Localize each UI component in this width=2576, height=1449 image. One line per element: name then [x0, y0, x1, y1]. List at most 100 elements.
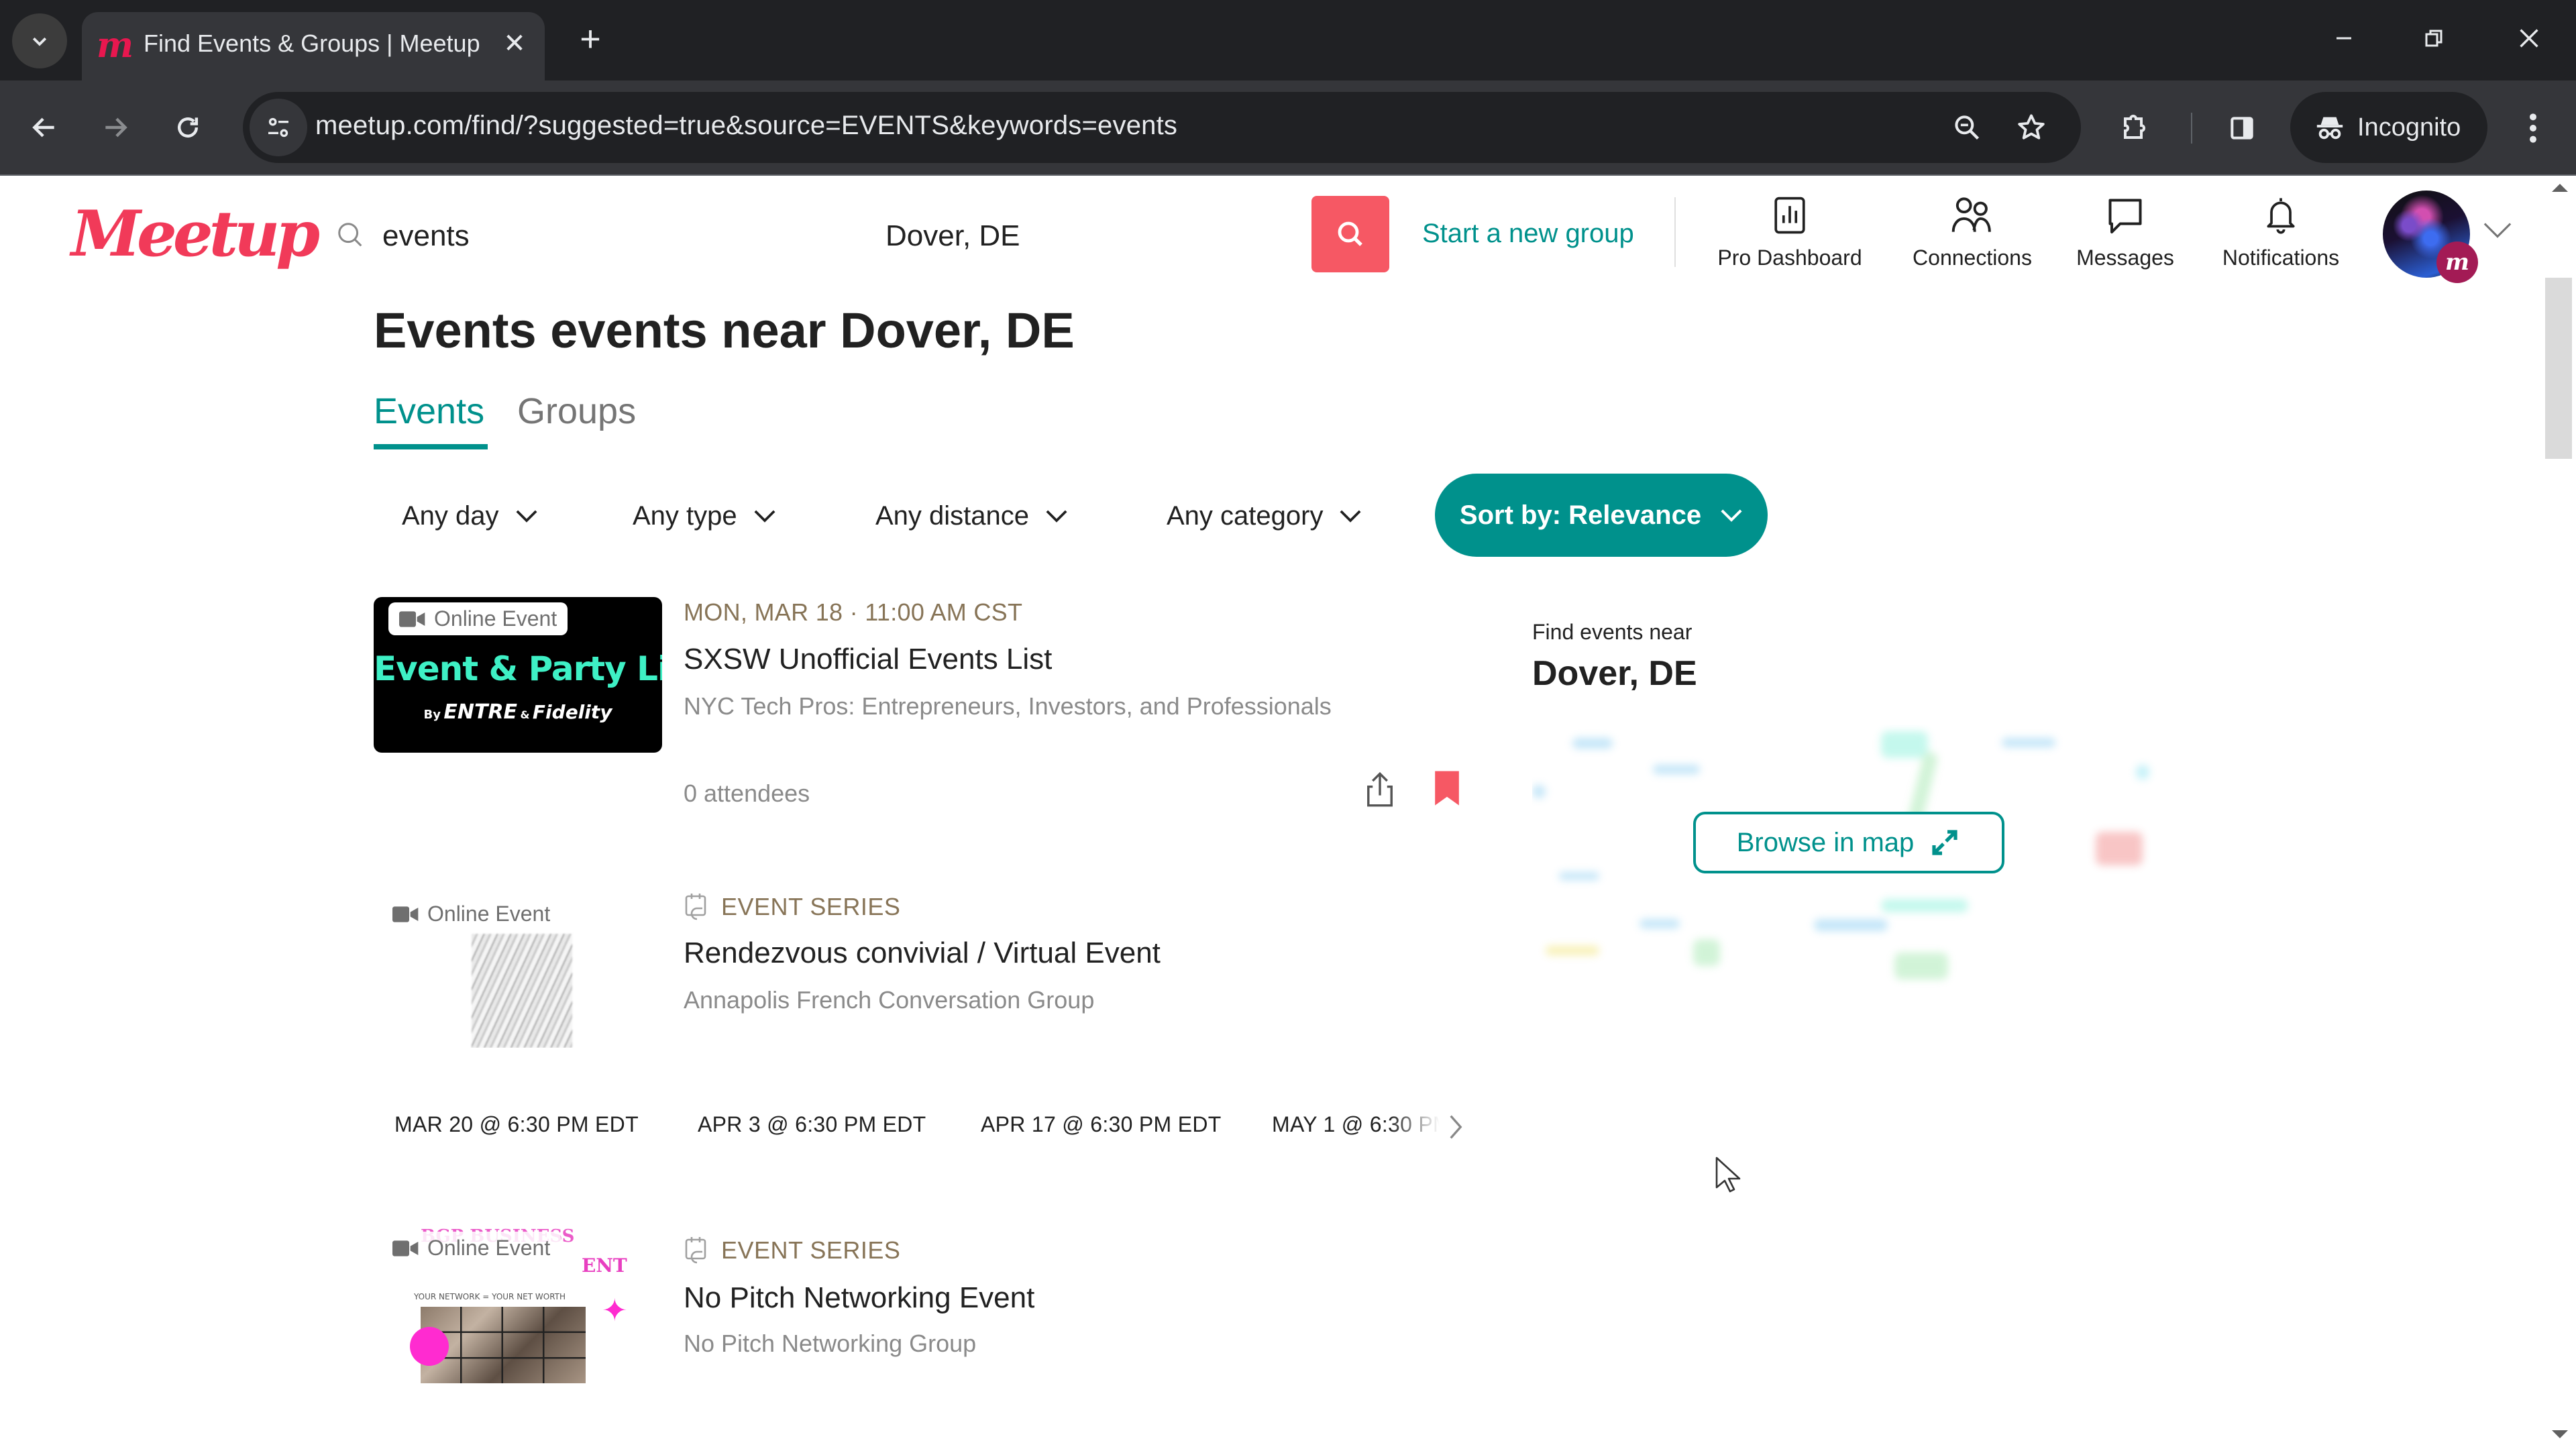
- meetup-logo[interactable]: Meetup: [71, 197, 320, 271]
- page-title: Events events near Dover, DE: [374, 303, 1075, 358]
- chevron-down-icon: [32, 37, 47, 46]
- reload-button[interactable]: [161, 101, 215, 154]
- video-camera-icon: [392, 1240, 419, 1256]
- incognito-icon: [2316, 117, 2343, 140]
- event-group-name: NYC Tech Pros: Entrepreneurs, Investors,…: [684, 692, 1332, 720]
- scroll-thumb[interactable]: [2545, 278, 2572, 459]
- site-info-button[interactable]: [250, 99, 307, 156]
- arrow-right-icon: [105, 117, 127, 138]
- keyword-search-input[interactable]: [382, 208, 852, 264]
- sidebar-city: Dover, DE: [1532, 654, 1697, 693]
- save-event-button[interactable]: [1427, 765, 1467, 812]
- dates-next-button[interactable]: [1442, 1107, 1469, 1147]
- browse-in-map-button[interactable]: Browse in map: [1693, 812, 2004, 873]
- thumb-brand-fidelity: Fidelity: [532, 701, 612, 723]
- map-label-blob: [1532, 785, 1546, 798]
- thumb-sparkle-icon: ✦: [602, 1293, 628, 1328]
- nav-pro-dashboard[interactable]: Pro Dashboard: [1709, 192, 1870, 279]
- start-new-group-link[interactable]: Start a new group: [1422, 219, 1634, 249]
- event-title[interactable]: No Pitch Networking Event: [684, 1281, 1034, 1315]
- close-window-button[interactable]: [2502, 15, 2556, 62]
- map-label-blob: [1881, 899, 1968, 912]
- series-text: EVENT SERIES: [721, 1236, 901, 1264]
- event-thumbnail[interactable]: BGP BUSINESS ENT YOUR NETWORK = YOUR NET…: [374, 1228, 662, 1383]
- new-tab-button[interactable]: +: [570, 20, 610, 60]
- nav-connections[interactable]: Connections: [1892, 192, 2053, 279]
- tab-close-icon[interactable]: ✕: [498, 27, 531, 60]
- browser-tab-active[interactable]: m Find Events & Groups | Meetup ✕: [82, 12, 545, 80]
- map-region-blob: [2096, 832, 2143, 865]
- filter-label: Any distance: [875, 500, 1030, 531]
- map-park-blob: [1894, 953, 1948, 979]
- series-dates-row: MAR 20 @ 6:30 PM EDT APR 3 @ 6:30 PM EDT…: [394, 1107, 1474, 1147]
- page-scrollbar[interactable]: [2542, 177, 2576, 1449]
- zoom-page-button[interactable]: [1947, 107, 1987, 148]
- forward-button[interactable]: [89, 101, 142, 154]
- profile-menu-chevron-icon[interactable]: [2482, 220, 2513, 247]
- event-series-label: EVENT SERIES: [684, 1236, 900, 1265]
- location-input[interactable]: [885, 208, 1288, 264]
- search-submit-button[interactable]: [1311, 196, 1389, 272]
- sort-dropdown-button[interactable]: Sort by: Relevance: [1435, 474, 1768, 557]
- event-thumbnail[interactable]: Online Event Event & Party List By ENTRE…: [374, 597, 662, 753]
- chat-icon: [2102, 192, 2149, 239]
- series-date-chip[interactable]: APR 17 @ 6:30 PM EDT: [981, 1112, 1222, 1137]
- nav-label: Messages: [2076, 246, 2174, 270]
- event-group-name: No Pitch Networking Group: [684, 1330, 977, 1357]
- map-park-blob: [1693, 939, 1720, 966]
- address-bar[interactable]: meetup.com/find/?suggested=true&source=E…: [243, 92, 2081, 163]
- event-card[interactable]: BGP BUSINESS ENT YOUR NETWORK = YOUR NET…: [374, 1228, 1474, 1449]
- active-tab-underline: [374, 444, 488, 449]
- chevron-down-icon: [1340, 510, 1361, 523]
- side-panel-button[interactable]: [2215, 101, 2269, 155]
- share-button[interactable]: [1360, 766, 1400, 813]
- mouse-cursor-icon: [1714, 1155, 1741, 1195]
- map-label-blob: [1572, 738, 1613, 749]
- browser-menu-button[interactable]: [2506, 101, 2560, 155]
- back-button[interactable]: [17, 101, 71, 154]
- nav-messages[interactable]: Messages: [2058, 192, 2192, 279]
- restore-window-button[interactable]: [2407, 15, 2461, 62]
- extensions-button[interactable]: [2106, 101, 2160, 155]
- thumb-headline: Event & Party List: [374, 649, 662, 688]
- scroll-up-arrow-icon[interactable]: [2552, 184, 2568, 192]
- filter-any-day[interactable]: Any day: [402, 492, 538, 539]
- zoom-magnifier-icon: [1955, 115, 1980, 140]
- nav-label: Pro Dashboard: [1717, 246, 1862, 270]
- event-series-label: EVENT SERIES: [684, 892, 900, 922]
- nav-label: Connections: [1913, 246, 2032, 270]
- nav-notifications[interactable]: Notifications: [2207, 192, 2355, 279]
- series-date-chip[interactable]: MAY 1 @ 6:30 PM EDT: [1272, 1112, 1440, 1137]
- event-title[interactable]: SXSW Unofficial Events List: [684, 643, 1052, 676]
- series-date-chip[interactable]: APR 3 @ 6:30 PM EDT: [698, 1112, 926, 1137]
- event-card[interactable]: Online Event EVENT SERIES Rendezvous con…: [374, 892, 1474, 1107]
- search-icon: [335, 220, 369, 254]
- filter-any-category[interactable]: Any category: [1167, 492, 1362, 539]
- chevron-down-icon: [516, 510, 537, 523]
- scroll-down-arrow-icon[interactable]: [2552, 1430, 2568, 1438]
- online-event-label: Online Event: [427, 902, 551, 926]
- tune-icon: [268, 117, 288, 138]
- toolbar-divider: [2191, 113, 2192, 144]
- event-card[interactable]: Online Event Event & Party List By ENTRE…: [374, 597, 1474, 825]
- minimize-window-button[interactable]: [2317, 15, 2371, 62]
- tab-groups[interactable]: Groups: [517, 390, 636, 432]
- thumb-brand-entre: ENTRE: [443, 700, 518, 724]
- find-events-near-label: Find events near: [1532, 620, 1693, 644]
- incognito-indicator[interactable]: Incognito: [2290, 92, 2487, 163]
- filter-any-type[interactable]: Any type: [633, 492, 776, 539]
- tab-events[interactable]: Events: [374, 390, 484, 432]
- bookmark-star-button[interactable]: [2011, 107, 2051, 148]
- thumb-tag-text: ENT: [582, 1254, 627, 1277]
- series-date-chip[interactable]: MAR 20 @ 6:30 PM EDT: [394, 1112, 639, 1137]
- event-group-name: Annapolis French Conversation Group: [684, 986, 1095, 1014]
- map-label-blob: [2002, 738, 2055, 747]
- nav-label: Notifications: [2222, 246, 2340, 270]
- recurring-calendar-icon: [685, 894, 706, 920]
- event-thumbnail[interactable]: Online Event: [374, 892, 662, 1048]
- event-title[interactable]: Rendezvous convivial / Virtual Event: [684, 936, 1161, 970]
- thumb-by: By: [423, 708, 441, 722]
- tab-search-button[interactable]: [12, 13, 67, 68]
- filter-any-distance[interactable]: Any distance: [875, 492, 1068, 539]
- url-text[interactable]: meetup.com/find/?suggested=true&source=E…: [315, 111, 1177, 141]
